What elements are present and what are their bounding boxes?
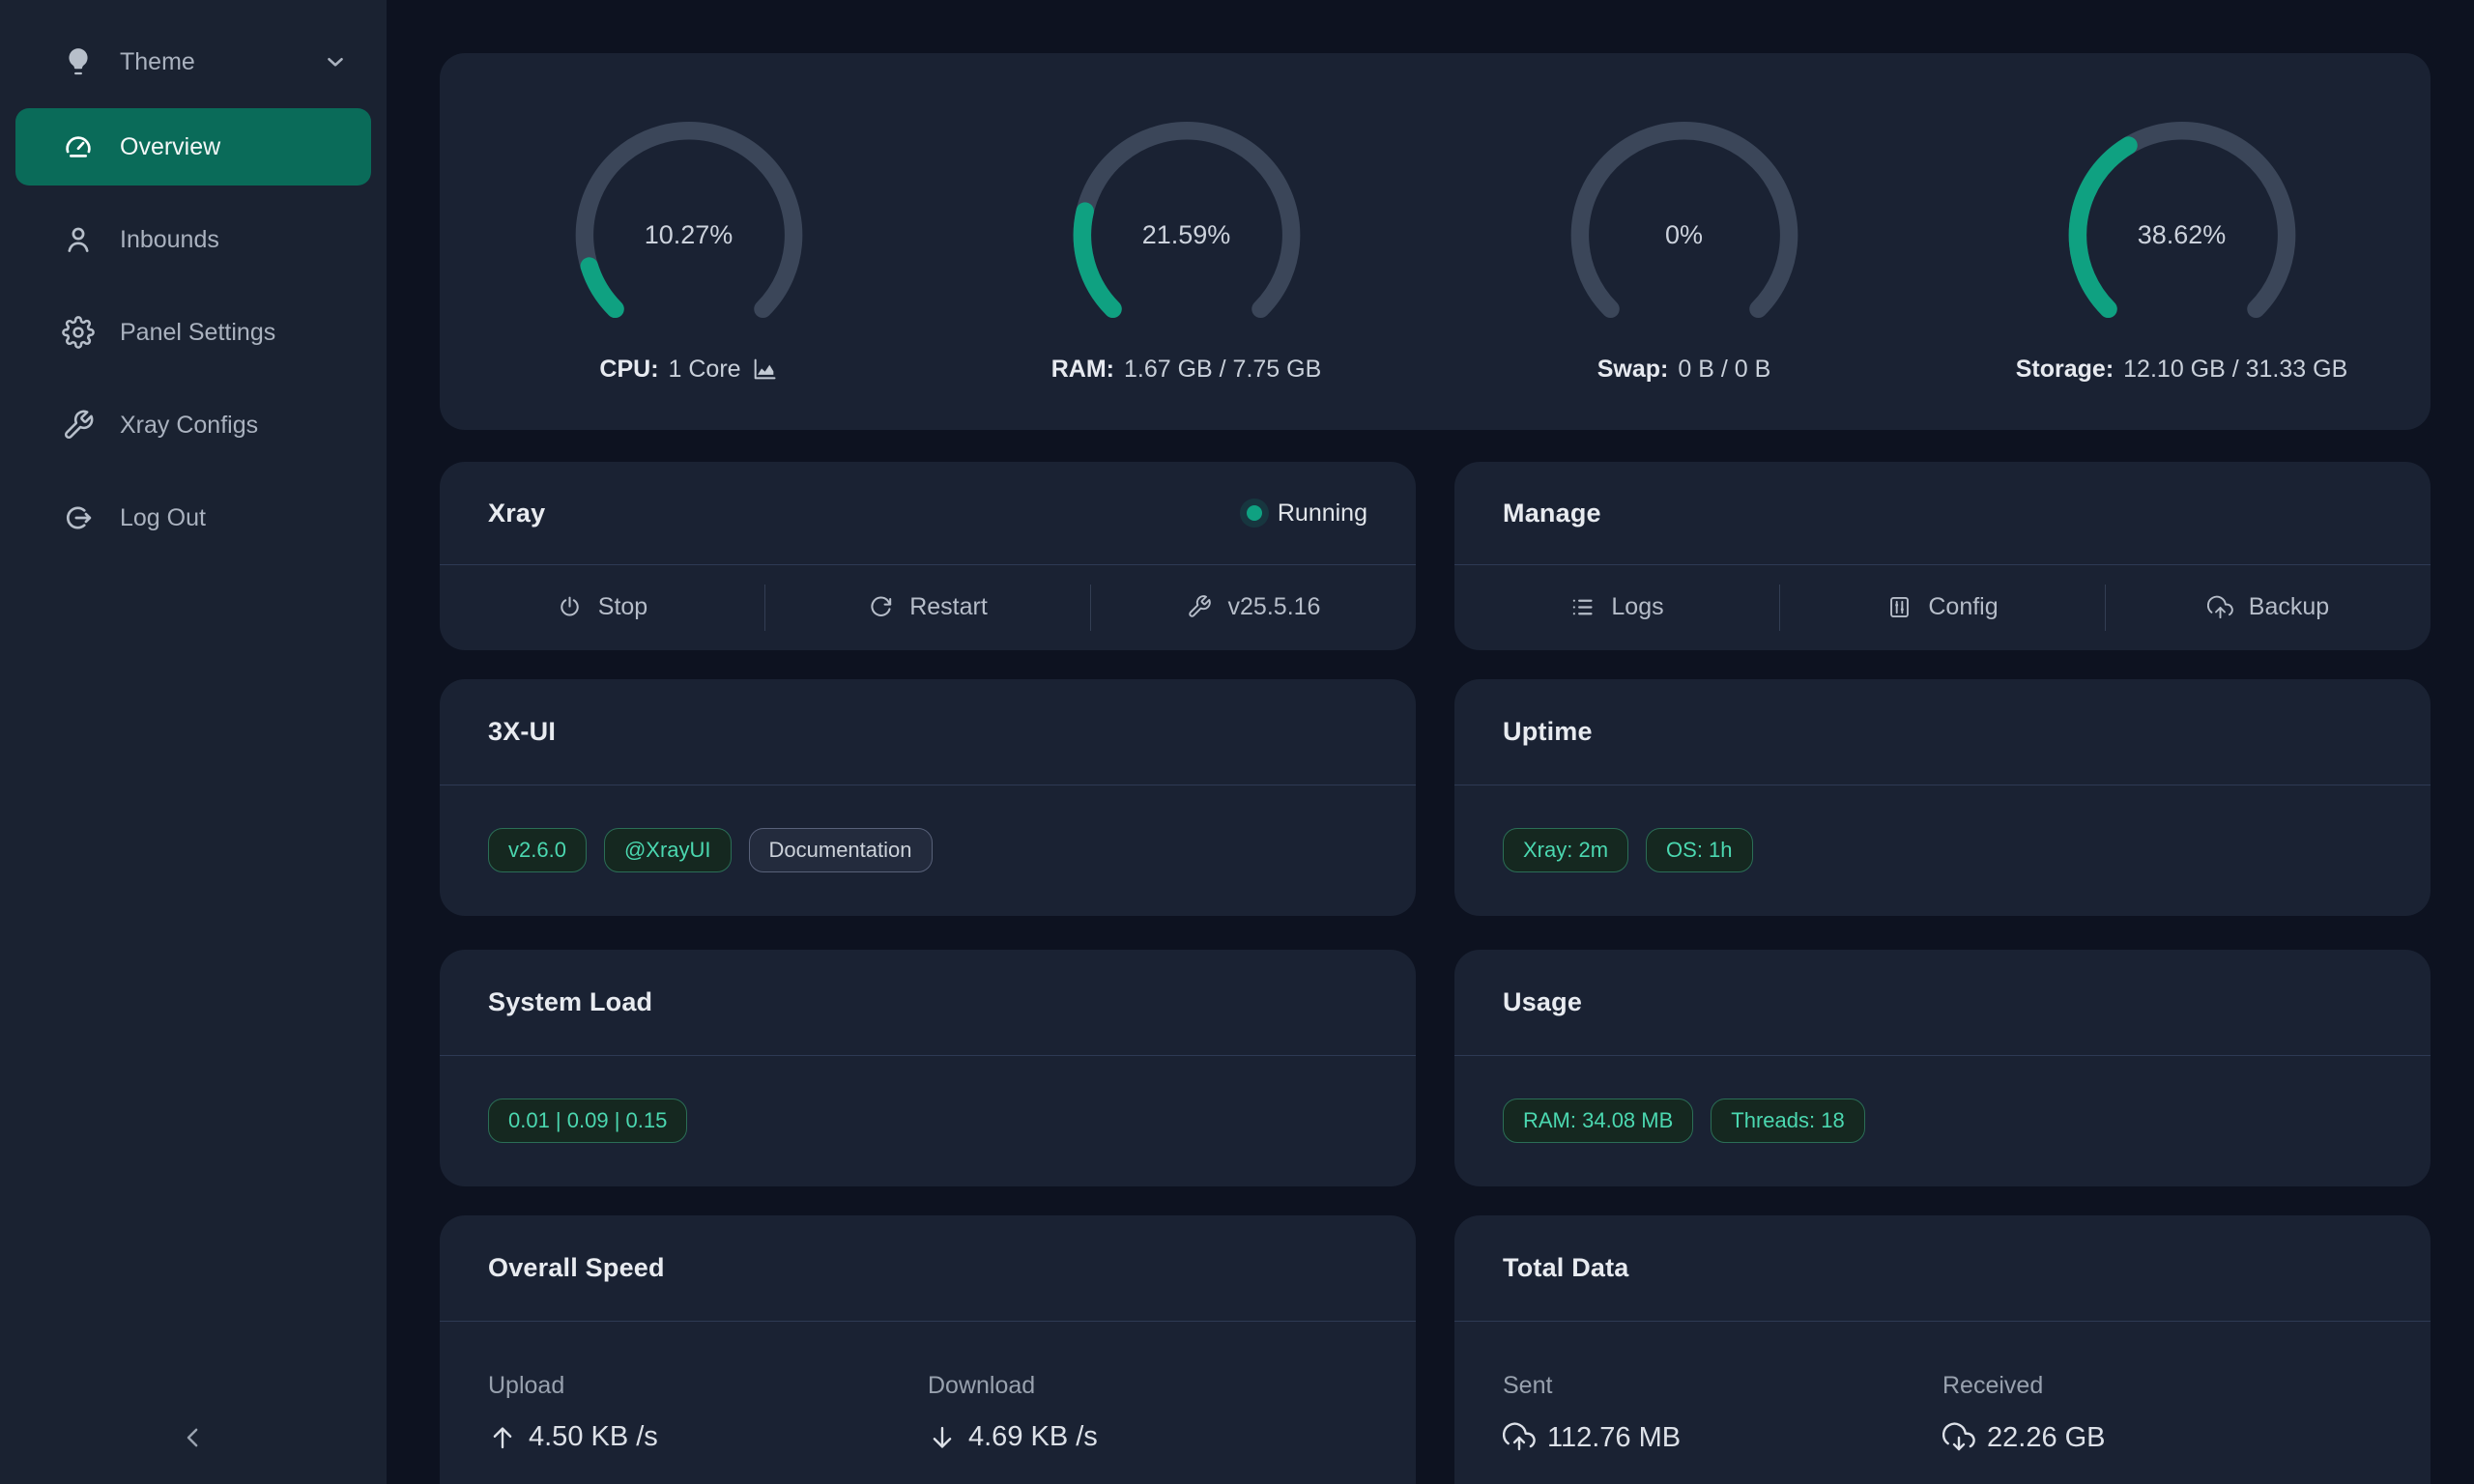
swap-gauge-value: 0% bbox=[1544, 118, 1825, 354]
logs-button[interactable]: Logs bbox=[1454, 565, 1779, 649]
threads-tag: Threads: 18 bbox=[1711, 1099, 1864, 1143]
upload-label: Upload bbox=[488, 1372, 928, 1400]
swap-gauge-label: Swap:0 B / 0 B bbox=[1597, 356, 1771, 384]
system-gauges-card: 10.27% CPU:1 Core 21.59% bbox=[440, 53, 2431, 430]
xray-version-button[interactable]: v25.5.16 bbox=[1091, 565, 1416, 649]
ram-gauge: 21.59% RAM:1.67 GB / 7.75 GB bbox=[937, 100, 1435, 384]
config-button[interactable]: Config bbox=[1780, 565, 2105, 649]
ram-gauge-value: 21.59% bbox=[1047, 118, 1327, 354]
cpu-gauge-label: CPU:1 Core bbox=[599, 356, 777, 384]
cpu-gauge: 10.27% CPU:1 Core bbox=[440, 100, 937, 384]
load-average-tag: 0.01 | 0.09 | 0.15 bbox=[488, 1099, 687, 1143]
upload-value: 4.50 KB /s bbox=[488, 1421, 928, 1453]
cloud-upload-icon bbox=[1503, 1421, 1536, 1454]
storage-gauge-label: Storage:12.10 GB / 31.33 GB bbox=[2016, 356, 2348, 384]
sidebar-item-panel-settings[interactable]: Panel Settings bbox=[15, 294, 371, 371]
logout-icon bbox=[62, 501, 95, 534]
cpu-gauge-value: 10.27% bbox=[549, 118, 829, 354]
power-icon bbox=[557, 594, 583, 620]
area-chart-icon[interactable] bbox=[751, 356, 778, 383]
lightbulb-icon bbox=[62, 45, 95, 78]
xray-card: Xray Running Stop bbox=[440, 462, 1416, 650]
cloud-backup-icon bbox=[2207, 594, 2233, 620]
system-load-card: System Load 0.01 | 0.09 | 0.15 bbox=[440, 950, 1416, 1186]
xray-status-badge: Running bbox=[1247, 499, 1367, 528]
xray-stop-button[interactable]: Stop bbox=[440, 565, 764, 649]
uptime-card: Uptime Xray: 2m OS: 1h bbox=[1454, 679, 2431, 916]
gear-icon bbox=[62, 316, 95, 349]
chevron-down-icon bbox=[323, 49, 348, 74]
speedometer-icon bbox=[62, 130, 95, 163]
received-value: 22.26 GB bbox=[1942, 1421, 2382, 1454]
arrow-down-icon bbox=[928, 1423, 957, 1452]
download-stat: Download 4.69 KB /s bbox=[928, 1372, 1367, 1453]
sidebar-item-label: Xray Configs bbox=[120, 412, 258, 440]
wrench-icon bbox=[62, 409, 95, 442]
overall-speed-card: Overall Speed Upload 4.50 KB /s bbox=[440, 1215, 1416, 1484]
ram-gauge-label: RAM:1.67 GB / 7.75 GB bbox=[1051, 356, 1322, 384]
received-stat: Received 22.26 GB bbox=[1942, 1372, 2382, 1454]
main-content: 10.27% CPU:1 Core 21.59% bbox=[387, 0, 2474, 1484]
sent-stat: Sent 112.76 MB bbox=[1503, 1372, 1942, 1454]
user-icon bbox=[62, 223, 95, 256]
xui-card-title: 3X-UI bbox=[488, 717, 556, 747]
sidebar-item-log-out[interactable]: Log Out bbox=[15, 479, 371, 556]
uptime-card-title: Uptime bbox=[1503, 717, 1593, 747]
download-value: 4.69 KB /s bbox=[928, 1421, 1367, 1453]
sent-label: Sent bbox=[1503, 1372, 1942, 1400]
restart-icon bbox=[868, 594, 894, 620]
received-label: Received bbox=[1942, 1372, 2382, 1400]
xray-card-title: Xray bbox=[488, 499, 545, 528]
backup-button[interactable]: Backup bbox=[2106, 565, 2431, 649]
sidebar-collapse-button[interactable] bbox=[164, 1409, 222, 1467]
sidebar-item-label: Theme bbox=[120, 48, 195, 76]
xrayui-tag[interactable]: @XrayUI bbox=[604, 828, 732, 872]
list-icon bbox=[1569, 594, 1596, 620]
running-status-dot bbox=[1247, 505, 1262, 521]
sidebar-item-label: Overview bbox=[120, 133, 220, 161]
xui-card: 3X-UI v2.6.0 @XrayUI Documentation bbox=[440, 679, 1416, 916]
arrow-up-icon bbox=[488, 1423, 517, 1452]
sliders-icon bbox=[1886, 594, 1913, 620]
total-data-card-title: Total Data bbox=[1503, 1253, 1629, 1283]
sidebar-item-label: Log Out bbox=[120, 504, 206, 532]
sidebar-item-xray-configs[interactable]: Xray Configs bbox=[15, 386, 371, 464]
version-tag[interactable]: v2.6.0 bbox=[488, 828, 587, 872]
sidebar-item-label: Panel Settings bbox=[120, 319, 275, 347]
cloud-download-icon bbox=[1942, 1421, 1975, 1454]
overall-speed-card-title: Overall Speed bbox=[488, 1253, 665, 1283]
xray-restart-button[interactable]: Restart bbox=[765, 565, 1090, 649]
usage-card: Usage RAM: 34.08 MB Threads: 18 bbox=[1454, 950, 2431, 1186]
xray-uptime-tag: Xray: 2m bbox=[1503, 828, 1628, 872]
swap-gauge: 0% Swap:0 B / 0 B bbox=[1435, 100, 1933, 384]
sidebar-item-overview[interactable]: Overview bbox=[15, 108, 371, 186]
os-uptime-tag: OS: 1h bbox=[1646, 828, 1752, 872]
wrench-small-icon bbox=[1187, 594, 1213, 620]
system-load-card-title: System Load bbox=[488, 987, 652, 1017]
manage-card-title: Manage bbox=[1503, 499, 1601, 528]
sent-value: 112.76 MB bbox=[1503, 1421, 1942, 1454]
sidebar-item-label: Inbounds bbox=[120, 226, 219, 254]
sidebar-item-theme[interactable]: Theme bbox=[15, 27, 371, 97]
chevron-left-icon bbox=[179, 1423, 208, 1452]
manage-card: Manage Logs bbox=[1454, 462, 2431, 650]
download-label: Download bbox=[928, 1372, 1367, 1400]
total-data-card: Total Data Sent 112.76 MB bbox=[1454, 1215, 2431, 1484]
upload-stat: Upload 4.50 KB /s bbox=[488, 1372, 928, 1453]
storage-gauge: 38.62% Storage:12.10 GB / 31.33 GB bbox=[1933, 100, 2431, 384]
sidebar: Theme Overview Inbounds bbox=[0, 0, 387, 1484]
sidebar-item-inbounds[interactable]: Inbounds bbox=[15, 201, 371, 278]
documentation-tag[interactable]: Documentation bbox=[749, 828, 933, 872]
storage-gauge-value: 38.62% bbox=[2042, 118, 2322, 354]
usage-card-title: Usage bbox=[1503, 987, 1582, 1017]
ram-usage-tag: RAM: 34.08 MB bbox=[1503, 1099, 1693, 1143]
